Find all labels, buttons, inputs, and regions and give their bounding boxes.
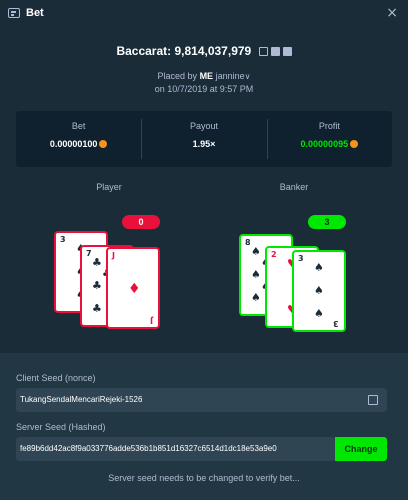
card-suit-icon: ♠ bbox=[251, 268, 261, 281]
server-seed-field[interactable]: fe89b6dd42ac8f9a033776adde536b1b851d1632… bbox=[16, 437, 335, 461]
card-rank: J bbox=[112, 251, 115, 260]
profit-label: Profit bbox=[318, 121, 340, 131]
copy-icon[interactable] bbox=[368, 395, 378, 405]
bet-details-section: Baccarat: 9,814,037,979 Placed by ME jan… bbox=[0, 26, 408, 353]
card-suit-icon: ♣ bbox=[92, 302, 102, 316]
card-rank: J bbox=[150, 316, 153, 325]
modal-header: Bet × bbox=[0, 0, 408, 26]
chevron-down-icon[interactable]: ∨ bbox=[245, 72, 251, 81]
card-rank: 3 bbox=[60, 235, 66, 244]
card-rank: 8 bbox=[245, 238, 251, 247]
bet-value: 0.00000100 bbox=[16, 139, 141, 149]
player-card: J ♦ J bbox=[106, 247, 160, 329]
bet-stats-panel: Bet 0.00000100 Payout 1.95× Profit 0.000… bbox=[16, 111, 392, 167]
banker-card: 3 ♠ ♠ ♠ 3 bbox=[292, 250, 346, 332]
player-label: Player bbox=[96, 182, 122, 192]
bet-label: Bet bbox=[71, 121, 86, 131]
twitter-icon[interactable] bbox=[282, 47, 292, 56]
bitcoin-icon bbox=[99, 140, 108, 148]
placed-date: on 10/7/2019 at 9:57 PM bbox=[154, 84, 254, 94]
modal-title: Bet bbox=[26, 7, 44, 19]
bet-slip-icon bbox=[8, 8, 20, 18]
card-suit-icon: ♣ bbox=[92, 279, 102, 292]
game-title: Baccarat: 9,814,037,979 bbox=[0, 44, 408, 58]
card-suit-icon: ♠ bbox=[314, 307, 324, 321]
profit-stat: Profit 0.00000095 bbox=[266, 111, 392, 167]
profit-value: 0.00000095 bbox=[267, 139, 392, 149]
close-icon[interactable]: × bbox=[386, 5, 398, 21]
bet-amount: 0.00000100 bbox=[49, 139, 98, 149]
card-suit-icon: ♠ bbox=[314, 260, 324, 274]
seeds-section: Client Seed (nonce) TukangSendalMencariR… bbox=[0, 353, 408, 500]
card-suit-icon: ♦ bbox=[128, 281, 141, 297]
payout-label: Payout bbox=[189, 121, 218, 131]
card-rank: 3 bbox=[298, 254, 304, 263]
payout-value: 1.95× bbox=[192, 139, 216, 149]
card-suit-icon: ♠ bbox=[314, 284, 324, 297]
profit-amount: 0.00000095 bbox=[300, 139, 349, 149]
banker-label: Banker bbox=[279, 182, 309, 192]
game-id: Baccarat: 9,814,037,979 bbox=[116, 44, 252, 58]
card-suit-icon: ♣ bbox=[92, 255, 102, 269]
verify-notice: Server seed needs to be changed to verif… bbox=[108, 473, 300, 483]
client-seed-label: Client Seed (nonce) bbox=[16, 373, 96, 383]
bet-stat: Bet 0.00000100 bbox=[16, 111, 141, 167]
facebook-icon[interactable] bbox=[270, 47, 280, 56]
change-seed-button[interactable]: Change bbox=[335, 437, 387, 461]
bitcoin-icon bbox=[350, 140, 359, 148]
placed-by: Placed by ME jannine∨ bbox=[0, 71, 408, 81]
server-seed-label: Server Seed (Hashed) bbox=[16, 422, 106, 432]
user-name[interactable]: jannine bbox=[216, 71, 245, 81]
placed-by-label: Placed by bbox=[157, 71, 198, 81]
user-tag[interactable]: ME bbox=[200, 71, 214, 81]
banker-score-badge: 3 bbox=[308, 215, 346, 229]
card-suit-icon: ♠ bbox=[251, 244, 261, 258]
payout-stat: Payout 1.95× bbox=[141, 111, 266, 167]
card-rank: 3 bbox=[333, 319, 339, 328]
player-score-badge: 0 bbox=[122, 215, 160, 229]
card-rank: 2 bbox=[271, 250, 277, 259]
copy-icon[interactable] bbox=[258, 47, 268, 56]
client-seed-field[interactable]: TukangSendalMencariRejeki-1526 bbox=[16, 388, 387, 412]
card-suit-icon: ♠ bbox=[251, 291, 261, 305]
card-rank: 7 bbox=[86, 249, 92, 258]
